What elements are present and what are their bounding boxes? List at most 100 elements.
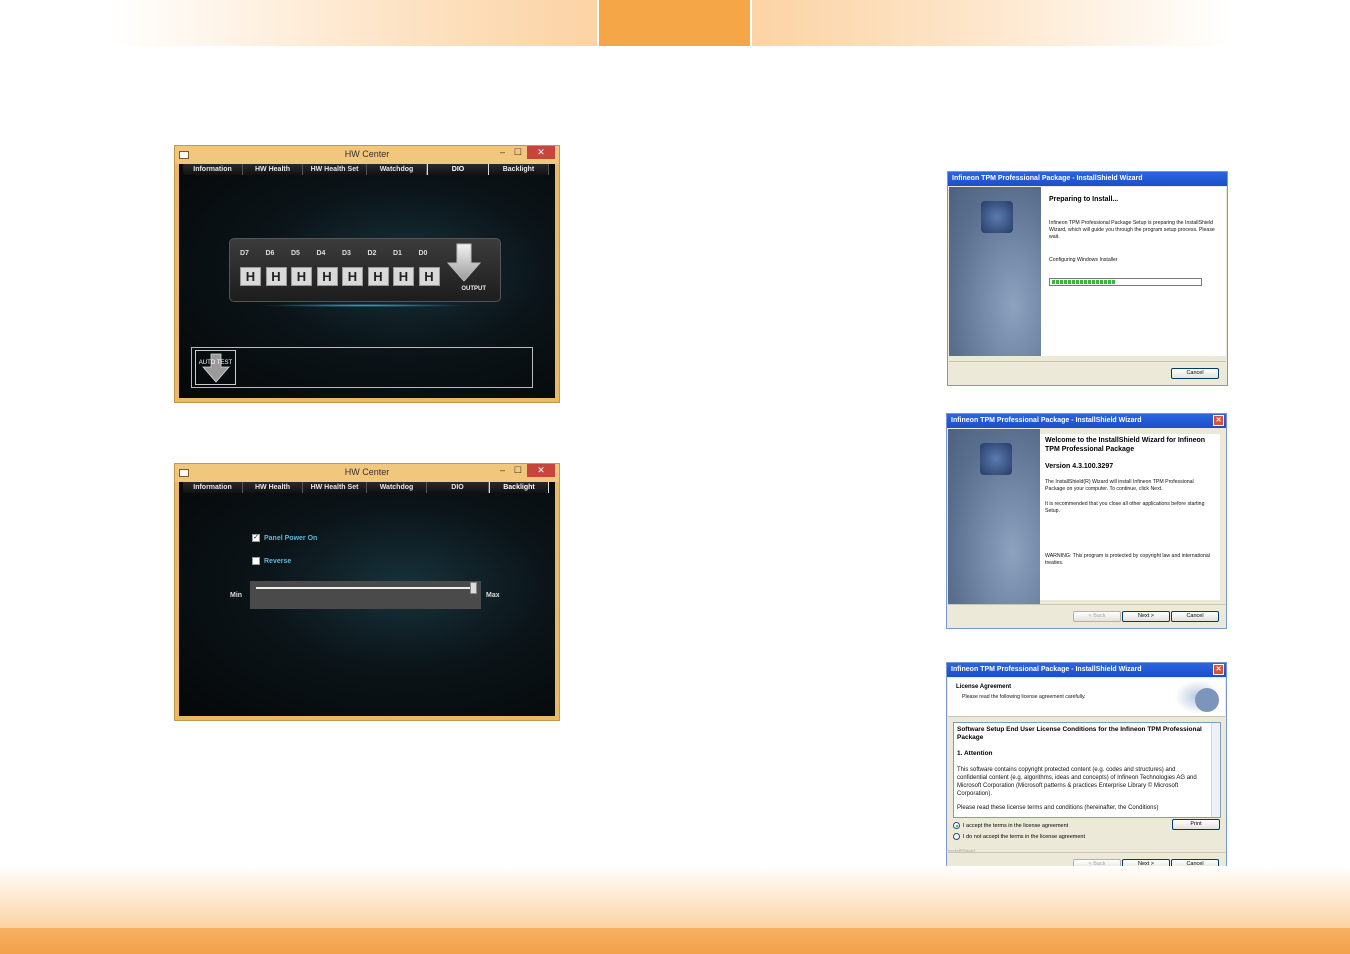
- header-bar-right: [752, 0, 1230, 46]
- bit-toggle-d1[interactable]: H: [393, 267, 414, 286]
- wizard-warning: WARNING: This program is protected by co…: [1045, 553, 1210, 566]
- wizard-preparing-window: Infineon TPM Professional Package - Inst…: [947, 171, 1228, 386]
- tab-hw-health-set[interactable]: HW Health Set: [303, 482, 367, 493]
- bit-labels: D7 D6 D5 D4 D3 D2 D1 D0: [240, 250, 444, 257]
- wizard-title: Infineon TPM Professional Package - Inst…: [948, 172, 1227, 186]
- decline-radio[interactable]: [953, 833, 960, 840]
- output-label: OUTPUT: [461, 286, 486, 292]
- reverse-label: Reverse: [264, 557, 292, 565]
- auto-test-area: AUTO TEST: [191, 347, 533, 388]
- license-body-cut: Please read these license terms and cond…: [957, 805, 1159, 811]
- minimize-button[interactable]: –: [500, 465, 505, 475]
- tab-information[interactable]: Information: [183, 164, 243, 175]
- close-button[interactable]: ✕: [1213, 415, 1224, 426]
- tab-watchdog[interactable]: Watchdog: [367, 482, 427, 493]
- bit-toggle-d7[interactable]: H: [240, 267, 261, 286]
- tab-hw-health-set[interactable]: HW Health Set: [303, 164, 367, 175]
- license-title: Software Setup End User License Conditio…: [957, 726, 1202, 741]
- bit-toggle-d2[interactable]: H: [367, 267, 389, 286]
- print-button[interactable]: Print: [1172, 819, 1220, 830]
- dio-panel: D7 D6 D5 D4 D3 D2 D1 D0 H H H H H H H H …: [229, 238, 501, 302]
- tab-watchdog[interactable]: Watchdog: [367, 164, 427, 175]
- bit-toggle-d3[interactable]: H: [342, 267, 363, 286]
- wizard-footer: Cancel: [949, 361, 1226, 384]
- header-bar-center: [599, 0, 750, 46]
- bit-toggle-d6[interactable]: H: [265, 267, 287, 286]
- cancel-button[interactable]: Cancel: [1171, 368, 1219, 379]
- bit-toggle-d0[interactable]: H: [418, 267, 440, 286]
- next-button[interactable]: Next >: [1122, 611, 1170, 622]
- reverse-checkbox[interactable]: [252, 557, 260, 565]
- bit-toggle-d4[interactable]: H: [316, 267, 338, 286]
- output-arrow-icon[interactable]: [446, 243, 482, 283]
- slider-thumb[interactable]: [470, 582, 477, 594]
- bit-toggle-d5[interactable]: H: [291, 267, 312, 286]
- installshield-icon: [981, 201, 1013, 233]
- auto-test-button[interactable]: AUTO TEST: [195, 350, 236, 385]
- auto-test-arrow-icon: [202, 353, 230, 383]
- tab-information[interactable]: Information: [183, 482, 243, 493]
- tab-bar: Information HW Health HW Health Set Watc…: [179, 482, 555, 494]
- progress-fill: [1052, 280, 1116, 284]
- install-progress-bar: [1049, 278, 1202, 286]
- maximize-button[interactable]: ☐: [514, 147, 522, 158]
- close-button[interactable]: ✕: [1213, 664, 1224, 675]
- accept-radio[interactable]: [953, 822, 960, 829]
- bit-label: D0: [418, 250, 428, 257]
- maximize-button[interactable]: ☐: [514, 465, 522, 476]
- footer-gradient: [0, 866, 1350, 928]
- slider-min-label: Min: [230, 592, 243, 599]
- slider-track-line: [256, 587, 475, 589]
- manual-page: HW Center – ☐ ✕ Information HW Health HW…: [0, 0, 1350, 954]
- wizard-content: Preparing to Install... Infineon TPM Pro…: [1041, 187, 1226, 356]
- installshield-icon: [1175, 680, 1221, 714]
- bit-label: D1: [393, 250, 402, 257]
- tab-backlight[interactable]: Backlight: [489, 164, 549, 175]
- license-text-box[interactable]: Software Setup End User License Conditio…: [953, 722, 1221, 818]
- brightness-slider[interactable]: [250, 581, 481, 609]
- bit-label: D6: [265, 250, 275, 257]
- accept-label: I accept the terms in the license agreem…: [963, 822, 1069, 829]
- close-button[interactable]: ✕: [527, 464, 555, 477]
- wizard-description: Infineon TPM Professional Package Setup …: [1049, 220, 1215, 240]
- wizard-welcome-window: Infineon TPM Professional Package - Inst…: [946, 413, 1227, 629]
- panel-power-row: ✓ Panel Power On: [252, 534, 317, 542]
- tab-hw-health[interactable]: HW Health: [243, 164, 303, 175]
- license-section: 1. Attention: [957, 750, 993, 757]
- tab-backlight[interactable]: Backlight: [489, 482, 549, 493]
- titlebar: HW Center – ☐ ✕: [175, 464, 559, 482]
- license-header: License Agreement Please read the follow…: [948, 678, 1225, 717]
- wizard-heading: Preparing to Install...: [1049, 196, 1119, 203]
- wizard-footer: < Back Next > Cancel: [948, 604, 1225, 627]
- tab-dio[interactable]: DIO: [427, 482, 489, 493]
- wizard-para-1: The InstallShield(R) Wizard will install…: [1045, 479, 1194, 492]
- panel-power-checkbox[interactable]: ✓: [252, 534, 260, 542]
- wizard-license-window: Infineon TPM Professional Package - Inst…: [946, 662, 1227, 877]
- minimize-button[interactable]: –: [500, 147, 505, 157]
- bit-label: D2: [367, 250, 377, 257]
- tab-bar: Information HW Health HW Health Set Watc…: [179, 164, 555, 176]
- titlebar: HW Center – ☐ ✕: [175, 146, 559, 164]
- hw-center-dio-window: HW Center – ☐ ✕ Information HW Health HW…: [174, 145, 560, 403]
- bit-label: D5: [291, 250, 300, 257]
- reverse-row: Reverse: [252, 557, 291, 565]
- wizard-para-2: It is recommended that you close all oth…: [1045, 501, 1205, 514]
- panel-power-label: Panel Power On: [264, 534, 318, 542]
- cancel-button[interactable]: Cancel: [1171, 611, 1219, 622]
- decline-label: I do not accept the terms in the license…: [963, 833, 1085, 840]
- wizard-version: Version 4.3.100.3297: [1045, 463, 1114, 470]
- close-button[interactable]: ✕: [527, 146, 555, 159]
- glow-line: [259, 304, 469, 307]
- bit-label: D7: [240, 250, 249, 257]
- tab-hw-health[interactable]: HW Health: [243, 482, 303, 493]
- decline-radio-row: I do not accept the terms in the license…: [953, 833, 1085, 840]
- license-scrollbar[interactable]: [1211, 723, 1220, 817]
- license-body: This software contains copyright protect…: [957, 767, 1197, 797]
- header-bar-left: [110, 0, 597, 46]
- wizard-side-panel: [948, 429, 1040, 605]
- tab-dio[interactable]: DIO: [427, 164, 489, 175]
- hw-center-backlight-window: HW Center – ☐ ✕ Information HW Health HW…: [174, 463, 560, 721]
- back-button[interactable]: < Back: [1073, 611, 1121, 622]
- bit-label: D4: [316, 250, 326, 257]
- auto-test-label: AUTO TEST: [198, 360, 233, 366]
